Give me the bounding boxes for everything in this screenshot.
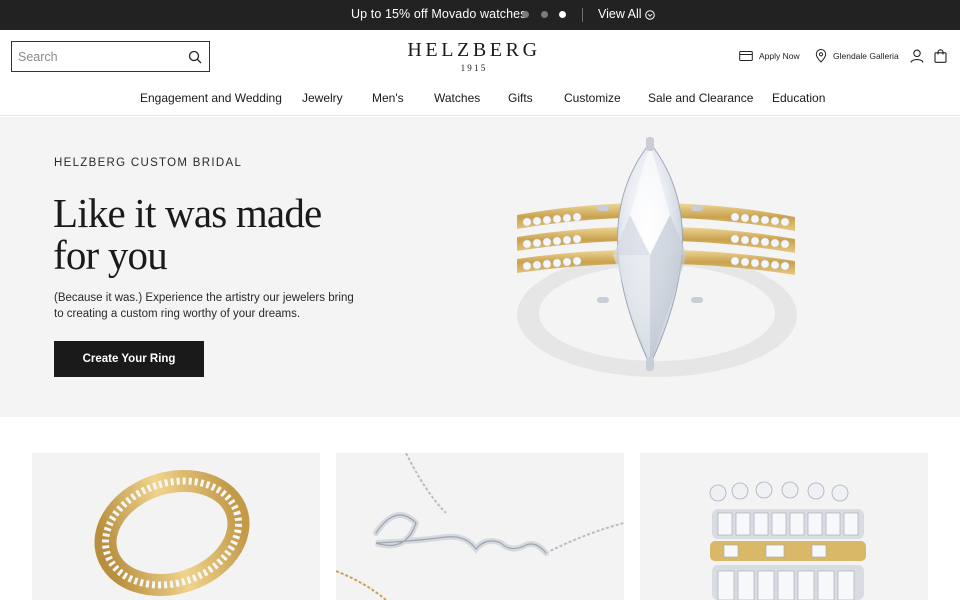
hero-headline-line-1: Like it was made xyxy=(53,190,322,236)
logo-year: 1915 xyxy=(460,63,488,73)
promo-divider xyxy=(582,8,583,22)
carousel-dot-2[interactable] xyxy=(541,11,548,18)
promo-text[interactable]: Up to 15% off Movado watches xyxy=(351,7,527,21)
account-icon[interactable] xyxy=(910,49,924,63)
credit-card-icon xyxy=(739,51,753,61)
shopping-bag-icon[interactable] xyxy=(934,49,947,63)
carousel-dot-1[interactable] xyxy=(522,11,529,18)
chevron-down-circle-icon[interactable] xyxy=(645,10,655,20)
search-box xyxy=(11,41,210,72)
apply-now-label: Apply Now xyxy=(759,51,800,61)
category-tile-name-necklaces[interactable] xyxy=(336,453,624,600)
marquise-diamond-ring-image xyxy=(517,137,797,377)
promo-bar: Up to 15% off Movado watches View All xyxy=(0,0,960,30)
location-pin-icon xyxy=(815,49,827,63)
main-nav: Engagement and Wedding Jewelry Men's Wat… xyxy=(0,86,960,116)
helzberg-logo[interactable]: HELZBERG 1915 xyxy=(400,39,548,73)
gold-diamond-band-image xyxy=(94,470,250,596)
hero-headline: Like it was made for you xyxy=(53,192,383,276)
apply-now-link[interactable]: Apply Now xyxy=(739,49,801,63)
name-necklace-image xyxy=(336,453,624,600)
search-icon[interactable] xyxy=(188,50,202,64)
nav-gifts[interactable]: Gifts xyxy=(508,91,533,105)
nav-customize[interactable]: Customize xyxy=(564,91,621,105)
store-label: Glendale Galleria xyxy=(833,51,899,61)
nav-mens[interactable]: Men's xyxy=(372,91,404,105)
nav-education[interactable]: Education xyxy=(772,91,825,105)
nav-engagement-wedding[interactable]: Engagement and Wedding xyxy=(140,91,282,105)
category-tile-stackable-rings[interactable] xyxy=(640,453,928,600)
logo-wordmark: HELZBERG xyxy=(407,39,541,61)
nav-jewelry[interactable]: Jewelry xyxy=(302,91,343,105)
hero-eyebrow: HELZBERG CUSTOM BRIDAL xyxy=(54,157,243,169)
category-tile-mens-bands[interactable] xyxy=(32,453,320,600)
nav-sale-clearance[interactable]: Sale and Clearance xyxy=(648,91,753,105)
stacked-diamond-rings-image xyxy=(709,481,866,600)
hero-headline-line-2: for you xyxy=(53,232,168,278)
store-locator-link[interactable]: Glendale Galleria xyxy=(815,49,899,63)
carousel-dot-3[interactable] xyxy=(559,11,566,18)
hero-subcopy: (Because it was.) Experience the artistr… xyxy=(54,292,354,320)
search-input[interactable] xyxy=(18,48,178,66)
hero-banner: HELZBERG CUSTOM BRIDAL Like it was made … xyxy=(0,117,960,417)
nav-watches[interactable]: Watches xyxy=(434,91,480,105)
view-all-link[interactable]: View All xyxy=(598,7,642,21)
create-your-ring-button[interactable]: Create Your Ring xyxy=(54,341,204,377)
